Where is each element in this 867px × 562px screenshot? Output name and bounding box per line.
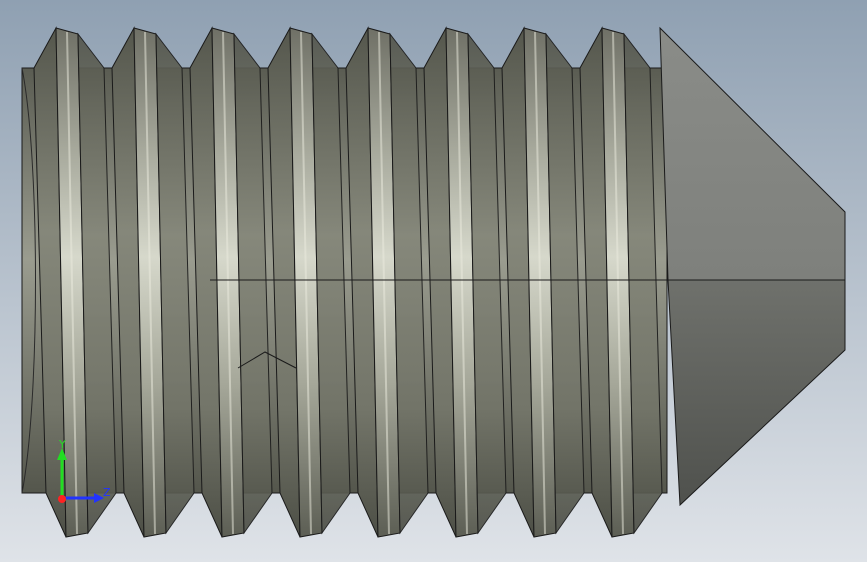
triad-z-label: Z <box>103 486 111 499</box>
triad-y-label: Y <box>58 438 66 451</box>
graphics-viewport[interactable]: Y Z <box>0 0 867 562</box>
set-screw-model[interactable]: Y Z <box>0 0 867 562</box>
